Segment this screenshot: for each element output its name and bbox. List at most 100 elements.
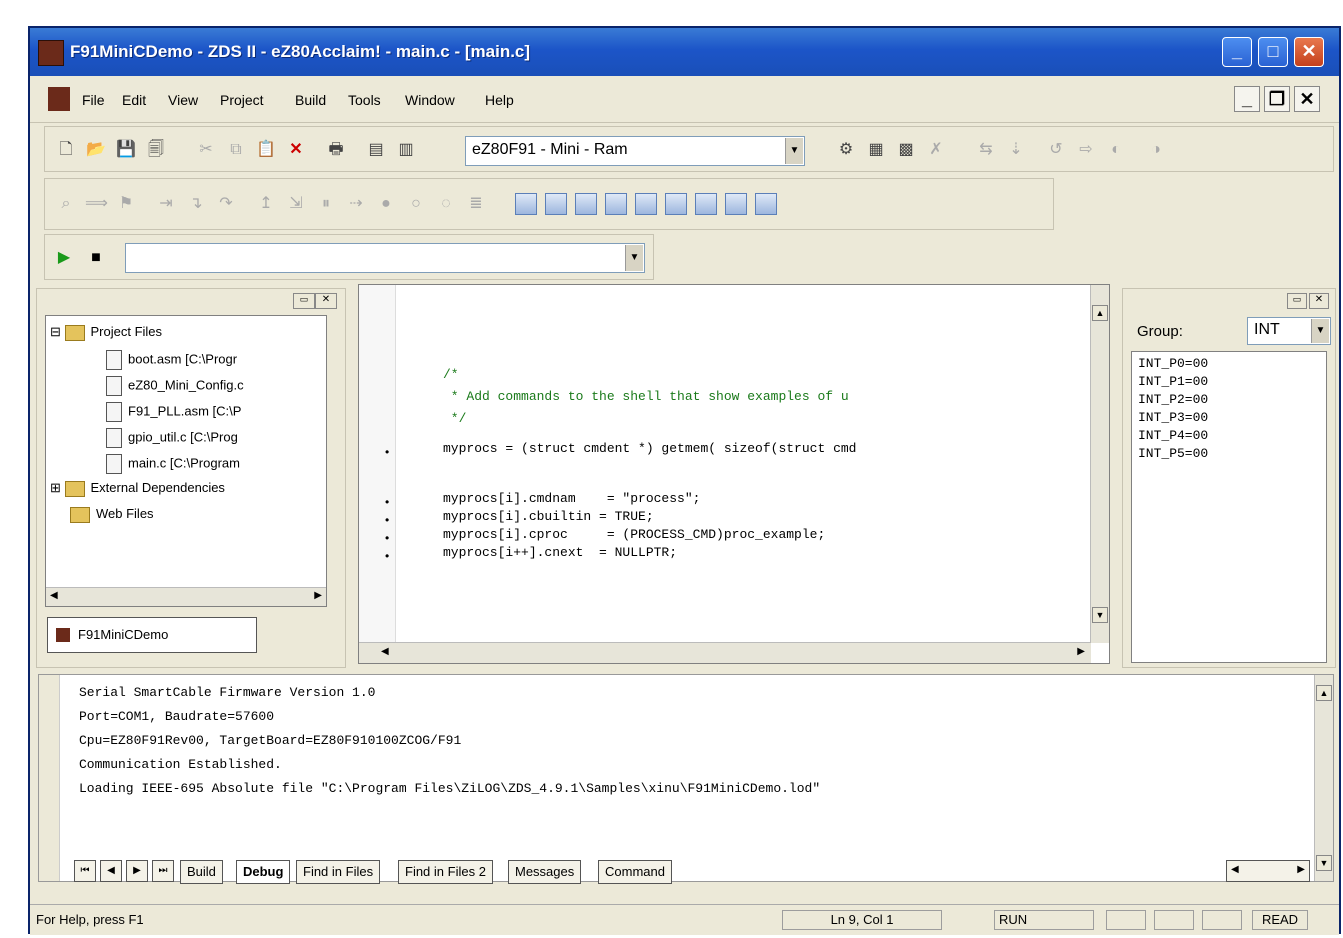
editor-gutter[interactable]: • • • • • [359,285,396,663]
indent-icon[interactable]: ⇥ [155,193,177,215]
build-configuration-select[interactable]: eZ80F91 - Mini - Ram ▼ [465,136,805,166]
compile-icon[interactable]: ⚙ [835,139,857,161]
stop-command-icon[interactable]: ■ [85,247,107,269]
memory-window-icon[interactable] [605,193,627,215]
go-icon[interactable]: ⇨ [1075,139,1097,161]
disassembly-icon[interactable]: ≣ [465,193,487,215]
register-item[interactable]: INT_P1=00 [1138,374,1208,389]
tree-horizontal-scrollbar[interactable]: ◀ ▶ [46,587,326,606]
mdi-minimize-button[interactable]: _ [1234,86,1260,112]
step-into-icon[interactable]: ↴ [185,193,207,215]
watch-window-icon[interactable] [635,193,657,215]
maximize-button[interactable]: □ [1258,37,1288,67]
pane-restore-icon[interactable]: ▭ [1287,293,1307,309]
paste-icon[interactable]: 📋 [255,139,277,161]
tab-find-in-files[interactable]: Find in Files [296,860,381,884]
editor-vertical-scrollbar[interactable]: ▲ ▼ [1090,285,1109,643]
step-out-icon[interactable]: ↥ [255,193,277,215]
menu-help[interactable]: Help [485,92,514,108]
output-grip[interactable] [39,675,60,881]
register-item[interactable]: INT_P2=00 [1138,392,1208,407]
tree-file-pll[interactable]: F91_PLL.asm [C:\P [106,402,241,422]
scroll-up-icon[interactable]: ▲ [1316,685,1332,701]
cut-icon[interactable]: ✂ [195,139,217,161]
save-all-icon[interactable]: 🗐 [145,139,167,161]
pane-close-icon[interactable]: ✕ [315,293,337,309]
tree-file-boot[interactable]: boot.asm [C:\Progr [106,350,237,370]
tab-debug[interactable]: Debug [236,860,291,884]
tree-file-main[interactable]: main.c [C:\Program [106,454,240,474]
menu-view[interactable]: View [168,92,198,108]
mdi-close-button[interactable]: ✕ [1294,86,1320,112]
delete-icon[interactable]: ✕ [285,139,307,161]
mdi-restore-button[interactable]: ❐ [1264,86,1290,112]
menu-tools[interactable]: Tools [348,92,381,108]
tree-external-dependencies[interactable]: ⊞ External Dependencies [50,480,225,497]
register-group-select[interactable]: INT ▼ [1247,317,1331,345]
menu-edit[interactable]: Edit [122,92,146,108]
pane-restore-icon[interactable]: ▭ [293,293,315,309]
clock-window-icon[interactable] [575,193,597,215]
register-item[interactable]: INT_P3=00 [1138,410,1208,425]
save-icon[interactable]: 💾 [115,139,137,161]
stop-build-icon[interactable]: ✗ [925,139,947,161]
last-tab-icon[interactable]: ⏭ [152,860,174,882]
register-item[interactable]: INT_P4=00 [1138,428,1208,443]
download-icon[interactable]: ⇣ [1005,139,1027,161]
menu-file[interactable]: File [82,92,105,108]
scroll-down-icon[interactable]: ▼ [1316,855,1332,871]
scroll-left-icon[interactable]: ◀ [381,646,389,657]
locals-window-icon[interactable] [665,193,687,215]
tree-file-gpio[interactable]: gpio_util.c [C:\Prog [106,428,238,448]
first-tab-icon[interactable]: ⏮ [74,860,96,882]
disable-breakpoint-icon[interactable]: ○ [405,193,427,215]
menu-project[interactable]: Project [220,92,264,108]
find-next-icon[interactable]: ⟹ [85,193,108,215]
clear-breakpoints-icon[interactable]: ◌ [435,193,457,215]
rebuild-icon[interactable]: ▩ [895,139,917,161]
tree-file-config[interactable]: eZ80_Mini_Config.c [106,376,244,396]
scroll-down-icon[interactable]: ▼ [1092,607,1108,623]
run-to-cursor-icon[interactable]: ⇲ [285,193,307,215]
pane-close-icon[interactable]: ✕ [1309,293,1329,309]
new-file-icon[interactable]: 🗋 [55,139,77,161]
scroll-right-icon[interactable]: ▶ [314,590,322,601]
command-input[interactable]: ▼ [125,243,645,273]
simulated-uart-icon[interactable] [755,193,777,215]
tree-project-files[interactable]: ⊟ Project Files [50,324,162,341]
registers-window-icon[interactable] [515,193,537,215]
close-button[interactable]: ✕ [1294,37,1324,67]
scroll-up-icon[interactable]: ▲ [1092,305,1108,321]
scroll-right-icon[interactable]: ▶ [1297,864,1305,875]
set-next-icon[interactable]: ⇢ [345,193,367,215]
bookmark-icon[interactable]: ⚑ [115,193,137,215]
register-item[interactable]: INT_P5=00 [1138,446,1208,461]
tab-build[interactable]: Build [180,860,223,884]
prev-tab-icon[interactable]: ◀ [100,860,122,882]
output-horizontal-scrollbar[interactable]: ◀ ▶ [1226,860,1310,882]
output-vertical-scrollbar[interactable]: ▲ ▼ [1314,675,1333,881]
special-registers-icon[interactable] [545,193,567,215]
menu-window[interactable]: Window [405,92,455,108]
output-toggle-icon[interactable]: ▥ [395,139,417,161]
scroll-right-icon[interactable]: ▶ [1077,646,1085,657]
register-item[interactable]: INT_P0=00 [1138,356,1208,371]
code-editor[interactable]: • • • • • /* * Add commands to the shell… [358,284,1110,664]
reset-icon[interactable]: ↺ [1045,139,1067,161]
scroll-left-icon[interactable]: ◀ [50,590,58,601]
next-tab-icon[interactable]: ▶ [126,860,148,882]
menu-build[interactable]: Build [295,92,326,108]
tab-messages[interactable]: Messages [508,860,582,884]
workspace-project-tab[interactable]: F91MiniCDemo [47,617,257,653]
print-icon[interactable]: 🖶 [325,139,347,161]
editor-horizontal-scrollbar[interactable]: ◀ ▶ [359,642,1091,663]
insert-breakpoint-icon[interactable]: ◐ [1105,139,1127,161]
run-command-icon[interactable]: ▶ [53,247,75,269]
remove-breakpoints-icon[interactable]: ◑ [1145,139,1167,161]
call-stack-window-icon[interactable] [695,193,717,215]
step-over-icon[interactable]: ↷ [215,193,237,215]
workspace-toggle-icon[interactable]: ▤ [365,139,387,161]
scroll-left-icon[interactable]: ◀ [1231,864,1239,875]
symbols-window-icon[interactable] [725,193,747,215]
enable-breakpoint-icon[interactable]: ● [375,193,397,215]
